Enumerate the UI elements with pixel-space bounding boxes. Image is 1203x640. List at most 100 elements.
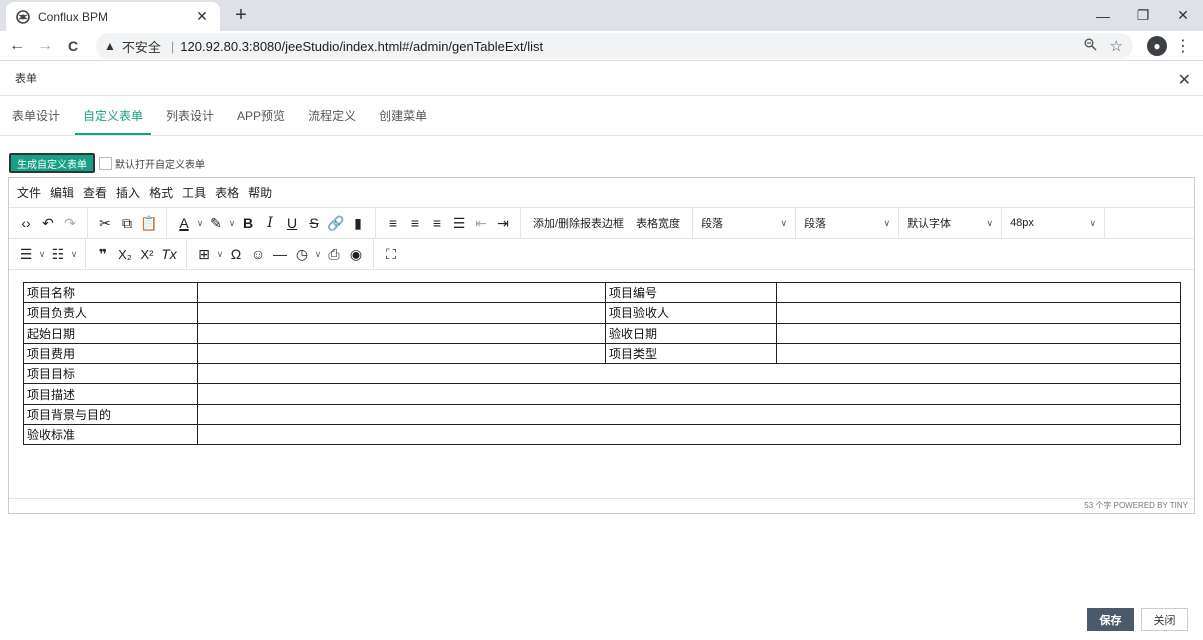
table-cell[interactable]: [197, 342, 606, 365]
table-icon[interactable]: ⊞: [193, 246, 215, 263]
chevron-down-icon[interactable]: ∨: [313, 249, 323, 260]
menu-edit[interactable]: 编辑: [50, 184, 74, 201]
align-left-icon[interactable]: ≡: [382, 215, 404, 231]
font-size-select[interactable]: 48px ∨: [1002, 208, 1106, 238]
table-cell[interactable]: 项目目标: [23, 363, 198, 385]
clear-format-icon[interactable]: Tx: [158, 246, 180, 262]
font-family-select[interactable]: 默认字体 ∨: [899, 208, 1003, 238]
block-format-select[interactable]: 段落 ∨: [693, 208, 797, 238]
table-cell[interactable]: [197, 403, 1181, 426]
chevron-down-icon[interactable]: ∨: [69, 249, 79, 260]
menu-view[interactable]: 查看: [83, 184, 107, 201]
align-justify-icon[interactable]: ☰: [448, 215, 470, 232]
table-cell[interactable]: [776, 281, 1181, 304]
table-cell[interactable]: 项目编号: [605, 281, 777, 304]
redo-icon[interactable]: ↷: [59, 215, 81, 232]
bold-icon[interactable]: B: [237, 215, 259, 231]
datetime-icon[interactable]: ◷: [291, 246, 313, 263]
zoom-icon[interactable]: [1084, 38, 1097, 54]
url-input[interactable]: ▲ 不安全 | 120.92.80.3:8080/jeeStudio/index…: [96, 33, 1133, 59]
outdent-icon[interactable]: ⇤: [470, 215, 492, 232]
print-icon[interactable]: ⎙: [323, 246, 345, 263]
table-cell[interactable]: [197, 424, 1181, 446]
table-cell[interactable]: [197, 383, 1181, 405]
cut-icon[interactable]: ✂: [94, 215, 116, 232]
bullet-list-icon[interactable]: ☰: [15, 246, 37, 263]
menu-tools[interactable]: 工具: [182, 184, 206, 201]
menu-table[interactable]: 表格: [215, 184, 239, 201]
minimize-icon[interactable]: —: [1083, 0, 1123, 31]
paste-icon[interactable]: 📋: [138, 215, 160, 232]
blockquote-icon[interactable]: ❞: [92, 246, 114, 263]
restore-icon[interactable]: ❐: [1123, 0, 1163, 31]
back-icon[interactable]: ←: [6, 37, 28, 55]
window-close-icon[interactable]: ✕: [1163, 0, 1203, 31]
underline-icon[interactable]: U: [281, 215, 303, 231]
browser-menu-icon[interactable]: ⋮: [1175, 36, 1191, 56]
table-cell[interactable]: 项目描述: [23, 383, 198, 405]
tab-close-icon[interactable]: ✕: [194, 8, 210, 25]
indent-icon[interactable]: ⇥: [492, 215, 514, 232]
table-cell[interactable]: [197, 281, 606, 304]
table-cell[interactable]: [197, 302, 606, 324]
profile-avatar-icon[interactable]: ●: [1147, 36, 1167, 56]
tab-custom-form[interactable]: 自定义表单: [75, 107, 152, 135]
menu-insert[interactable]: 插入: [116, 184, 140, 201]
fullscreen-icon[interactable]: ⛶: [380, 246, 402, 263]
paragraph-select[interactable]: 段落 ∨: [796, 208, 900, 238]
chevron-down-icon[interactable]: ∨: [37, 249, 47, 260]
table-cell[interactable]: 验收日期: [605, 322, 777, 344]
table-cell[interactable]: 项目验收人: [605, 302, 777, 324]
reload-icon[interactable]: C: [62, 38, 84, 54]
chevron-down-icon[interactable]: ∨: [195, 218, 205, 229]
strikethrough-icon[interactable]: S: [303, 215, 325, 231]
browser-tab[interactable]: Conflux BPM ✕: [6, 2, 220, 31]
tab-form-design[interactable]: 表单设计: [4, 107, 68, 135]
preview-icon[interactable]: ◉: [345, 246, 367, 263]
bookmark-icon[interactable]: ▮: [347, 215, 369, 232]
tab-create-menu[interactable]: 创建菜单: [371, 107, 435, 135]
superscript-icon[interactable]: X²: [136, 247, 158, 262]
numbered-list-icon[interactable]: ☷: [47, 246, 69, 263]
table-cell[interactable]: 项目名称: [23, 281, 198, 304]
tab-flow-definition[interactable]: 流程定义: [300, 107, 364, 135]
tab-list-design[interactable]: 列表设计: [158, 107, 222, 135]
close-button[interactable]: 关闭: [1141, 608, 1188, 631]
align-right-icon[interactable]: ≡: [426, 215, 448, 231]
table-cell[interactable]: 起始日期: [23, 322, 198, 344]
default-open-checkbox[interactable]: [99, 156, 112, 170]
chevron-down-icon[interactable]: ∨: [215, 249, 225, 260]
table-cell[interactable]: 项目费用: [23, 342, 198, 365]
horizontal-rule-icon[interactable]: —: [269, 246, 291, 262]
menu-help[interactable]: 帮助: [248, 184, 272, 201]
table-cell[interactable]: [197, 322, 606, 344]
table-cell[interactable]: [197, 363, 1181, 385]
bookmark-star-icon[interactable]: ☆: [1110, 37, 1123, 55]
table-cell[interactable]: 项目类型: [605, 342, 777, 365]
align-center-icon[interactable]: ≡: [404, 215, 426, 231]
chevron-down-icon[interactable]: ∨: [227, 218, 237, 229]
emoji-icon[interactable]: ☺: [247, 246, 269, 262]
table-width-button[interactable]: 表格宽度: [636, 215, 680, 231]
modal-close-icon[interactable]: ✕: [1178, 70, 1191, 90]
highlight-color-icon[interactable]: ✎: [205, 215, 227, 232]
subscript-icon[interactable]: X₂: [114, 247, 136, 262]
table-cell[interactable]: 项目负责人: [23, 302, 198, 324]
forward-icon[interactable]: →: [34, 37, 56, 55]
table-border-button[interactable]: 添加/删除报表边框: [533, 215, 624, 231]
text-color-icon[interactable]: A: [173, 215, 195, 231]
italic-icon[interactable]: I: [259, 215, 281, 231]
save-button[interactable]: 保存: [1087, 608, 1134, 631]
tab-app-preview[interactable]: APP预览: [229, 107, 293, 135]
new-tab-icon[interactable]: +: [231, 5, 251, 25]
copy-icon[interactable]: ⧉: [116, 215, 138, 232]
table-cell[interactable]: 验收标准: [23, 424, 198, 446]
table-cell[interactable]: [776, 322, 1181, 344]
menu-file[interactable]: 文件: [17, 184, 41, 201]
table-cell[interactable]: 项目背景与目的: [23, 403, 198, 426]
undo-icon[interactable]: ↶: [37, 215, 59, 232]
editor-content[interactable]: 项目名称 项目编号 项目负责人 项目验收人 起始日期 验收日期 项目费用 项目类…: [23, 281, 1181, 446]
generate-custom-form-button[interactable]: 生成自定义表单: [9, 153, 95, 173]
table-cell[interactable]: [776, 302, 1181, 324]
special-char-icon[interactable]: Ω: [225, 246, 247, 262]
